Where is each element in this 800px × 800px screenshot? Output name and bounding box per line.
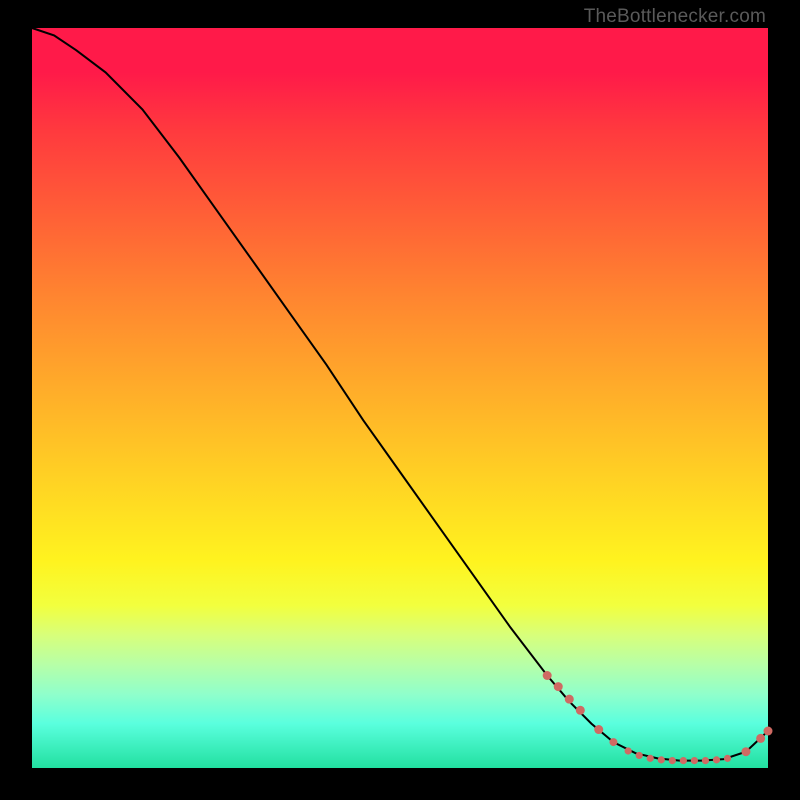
data-marker — [576, 706, 585, 715]
attribution-text: TheBottlenecker.com — [584, 6, 766, 28]
data-marker — [713, 756, 720, 763]
chart-stage: TheBottlenecker.com — [0, 0, 800, 800]
plot-area — [32, 28, 768, 768]
data-marker — [764, 727, 773, 736]
data-marker — [741, 747, 750, 756]
data-marker — [702, 757, 709, 764]
data-marker — [609, 738, 617, 746]
data-marker — [543, 671, 552, 680]
data-marker — [594, 725, 603, 734]
data-marker — [647, 755, 654, 762]
data-marker — [724, 755, 731, 762]
data-marker — [680, 757, 687, 764]
data-marker — [554, 682, 563, 691]
curve-line — [32, 28, 768, 761]
data-marker — [658, 756, 665, 763]
marker-group — [543, 671, 773, 764]
data-marker — [756, 734, 765, 743]
data-marker — [636, 752, 643, 759]
data-marker — [669, 757, 676, 764]
data-marker — [625, 747, 632, 754]
chart-svg — [32, 28, 768, 768]
data-marker — [691, 757, 698, 764]
data-marker — [565, 695, 574, 704]
